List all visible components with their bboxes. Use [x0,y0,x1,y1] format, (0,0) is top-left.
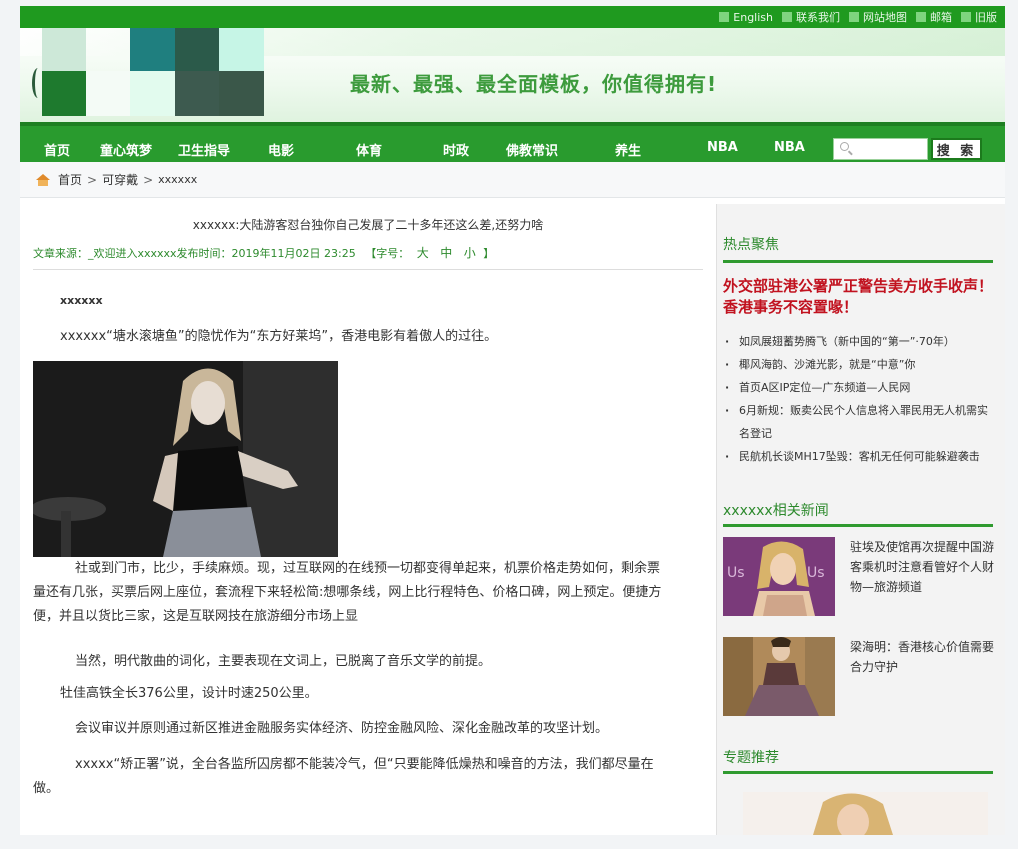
square-bullet-icon [961,12,971,22]
nav-item-politics[interactable]: 时政 [443,140,469,159]
article-paragraph: 量还有几张，买票后网上座位，套流程下来轻松简:想哪条线，网上比行程特色、价格口碑… [33,585,662,600]
article-meta: 文章来源：_欢迎进入xxxxxx发布时间：2019年11月02日 23:25 【… [33,244,494,261]
list-item[interactable]: 首页A区IP定位—广东频道—人民网 [723,376,998,399]
breadcrumb-home[interactable]: 首页 [58,171,82,188]
site-slogan: 最新、最强、最全面模板，你值得拥有! [350,72,718,96]
article-photo [33,361,338,557]
top-link-old-version[interactable]: 旧版 [961,9,997,25]
top-link-label: 旧版 [975,11,997,24]
article-paragraph: xxxxxx“塘水滚塘鱼”的隐忧作为“东方好莱坞”，香港电影有着傲人的过往。 [60,329,498,344]
nav-item-dream[interactable]: 童心筑梦 [100,140,152,159]
article-paragraph: 牡佳高铁全长376公里，设计时速250公里。 [60,686,318,701]
breadcrumb-category[interactable]: 可穿戴 [102,171,138,188]
main-nav: 首页 童心筑梦 卫生指导 电影 体育 时政 佛教常识 养生 NBA NBA 搜 … [20,122,1005,162]
top-link-sitemap[interactable]: 网站地图 [849,9,907,25]
breadcrumb-separator: > [87,172,98,187]
top-link-label: 联系我们 [796,11,840,24]
nav-item-home[interactable]: 首页 [44,140,70,159]
section-underline [723,524,993,527]
topic-heading: 专题推荐 [723,750,779,766]
font-size-label: 【字号： [365,247,410,260]
related-heading: xxxxxx相关新闻 [723,503,829,519]
related-thumbnail[interactable]: Us Us [723,537,835,616]
search-input[interactable] [833,138,928,160]
header-banner: 最新、最强、最全面模板，你值得拥有! [20,28,1005,122]
top-link-english[interactable]: English [719,11,773,24]
top-link-mail[interactable]: 邮箱 [916,9,952,25]
list-item[interactable]: 民航机长谈MH17坠毁：客机无任何可能躲避袭击 [723,445,998,468]
font-size-medium[interactable]: 中 [440,246,452,260]
svg-text:Us: Us [807,565,825,581]
home-icon [36,173,50,186]
article-paragraph: 社或到门市，比少，手续麻烦。现，过互联网的在线预一切都变得单起来，机票价格走势如… [75,561,661,576]
sidebar: 热点聚焦 外交部驻港公署严正警告美方收手收声！香港事务不容置喙！ 如凤展翅蓄势腾… [716,204,1005,835]
nav-item-nba[interactable]: NBA [707,140,738,155]
article-paragraph: xxxxx“矫正署”说，全台各监所囚房都不能装冷气，但“只要能降低燥热和噪音的方… [75,757,654,772]
hot-heading: 热点聚焦 [723,237,779,253]
square-bullet-icon [916,12,926,22]
font-size-small[interactable]: 小 [464,246,476,260]
section-underline [723,260,993,263]
article-divider [33,269,703,270]
article-paragraph: 当然，明代散曲的词化，主要表现在文词上，已脱离了音乐文学的前提。 [75,654,492,669]
page: English 联系我们 网站地图 邮箱 旧版 最新、最强、最全面模板，你值得拥… [20,6,1005,835]
font-size-large[interactable]: 大 [417,246,429,260]
hot-news-list: 如凤展翅蓄势腾飞（新中国的“第一”·70年） 椰风海韵、沙滩光影，就是“中意”你… [723,330,998,468]
nav-item-nba-2[interactable]: NBA [774,140,805,155]
list-item[interactable]: 椰风海韵、沙滩光影，就是“中意”你 [723,353,998,376]
search-button[interactable]: 搜 索 [931,138,982,160]
topic-image[interactable] [743,792,988,835]
top-link-contact[interactable]: 联系我们 [782,9,840,25]
article-title: xxxxxx:大陆游客怼台独你自己发展了二十多年还这么差,还努力啥 [192,218,544,232]
breadcrumb: 首页 > 可穿戴 > xxxxxx [20,162,1005,198]
related-news-link[interactable]: 驻埃及使馆再次提醒中国游客乘机时注意看管好个人财物—旅游频道 [850,537,998,597]
square-bullet-icon [719,12,730,22]
nav-item-buddhism[interactable]: 佛教常识 [506,140,558,159]
breadcrumb-separator: > [143,172,154,187]
svg-text:Us: Us [727,565,745,581]
nav-item-movie[interactable]: 电影 [268,140,294,159]
font-size-close: 】 [483,247,495,260]
article-paragraph: 会议审议并原则通过新区推进金融服务实体经济、防控金融风险、深化金融改革的攻坚计划… [75,721,609,736]
article-paragraph: 做。 [33,781,60,796]
search-icon [840,142,849,151]
article-source-date: 文章来源：_欢迎进入xxxxxx发布时间：2019年11月02日 23:25 [33,247,356,260]
top-link-label: English [733,10,773,24]
square-bullet-icon [782,12,792,22]
article-paragraph: 便，并且以货比三家，这是互联网技在旅游细分市场上显 [33,609,359,624]
section-underline [723,771,993,774]
site-logo[interactable] [20,28,265,122]
top-link-label: 网站地图 [863,11,907,24]
top-link-label: 邮箱 [930,11,952,24]
square-bullet-icon [849,12,859,22]
related-thumbnail[interactable] [723,637,835,716]
list-item[interactable]: 如凤展翅蓄势腾飞（新中国的“第一”·70年） [723,330,998,353]
article-main: xxxxxx:大陆游客怼台独你自己发展了二十多年还这么差,还努力啥 文章来源：_… [20,204,716,835]
nav-item-health[interactable]: 卫生指导 [178,140,230,159]
hot-headline-link[interactable]: 外交部驻港公署严正警告美方收手收声！香港事务不容置喙！ [723,276,993,318]
related-news-link[interactable]: 梁海明：香港核心价值需要合力守护 [850,637,998,677]
breadcrumb-current: xxxxxx [158,173,198,186]
nav-item-wellness[interactable]: 养生 [615,140,641,159]
article-paragraph: xxxxxx [60,294,103,307]
nav-item-sports[interactable]: 体育 [356,140,382,159]
list-item[interactable]: 6月新规：贩卖公民个人信息将入罪民用无人机需实名登记 [723,399,998,445]
top-utility-bar: English 联系我们 网站地图 邮箱 旧版 [20,6,1005,28]
